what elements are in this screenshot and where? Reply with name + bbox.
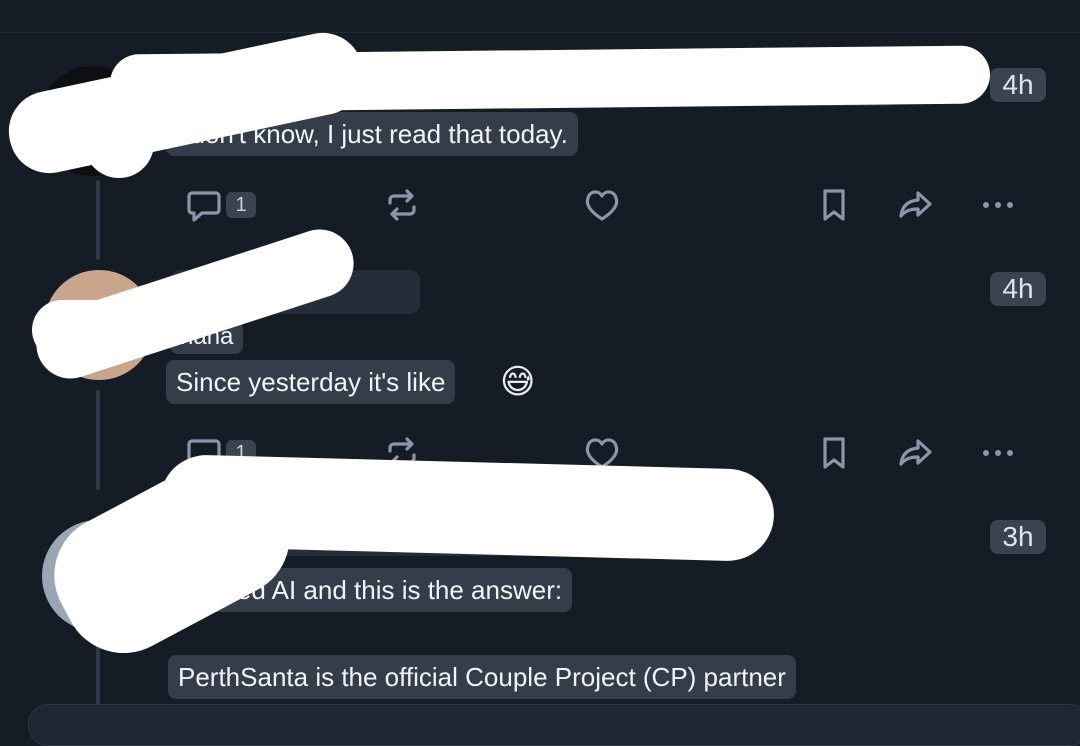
more-dots-icon xyxy=(983,202,1013,208)
top-divider xyxy=(0,32,1080,33)
bookmark-icon xyxy=(823,437,845,469)
like-button[interactable] xyxy=(582,180,622,230)
share-arrow-icon xyxy=(899,191,932,218)
post-time: 3h xyxy=(990,520,1046,554)
bookmark-button[interactable] xyxy=(814,180,854,230)
redaction-mark xyxy=(1,25,371,181)
reply-count: 1 xyxy=(226,192,256,218)
share-button[interactable] xyxy=(896,428,936,478)
post-text: PerthSanta is the official Couple Projec… xyxy=(168,655,796,699)
share-button[interactable] xyxy=(896,180,936,230)
emoji-sweat-smile: 😅 xyxy=(500,363,536,401)
post-actions: 1 xyxy=(0,180,1080,230)
bookmark-button[interactable] xyxy=(814,428,854,478)
more-dots-icon xyxy=(983,450,1013,456)
reply-button[interactable]: 1 xyxy=(184,180,256,230)
redaction-mark xyxy=(32,300,152,360)
reply-icon xyxy=(187,191,221,222)
redaction-mark xyxy=(84,108,154,178)
more-options-button[interactable] xyxy=(978,428,1018,478)
repost-button[interactable] xyxy=(382,180,422,230)
share-arrow-icon xyxy=(899,439,932,466)
reply-composer-bar[interactable] xyxy=(28,704,1080,746)
repost-icon xyxy=(388,189,416,221)
more-options-button[interactable] xyxy=(978,180,1018,230)
heart-icon xyxy=(585,190,619,221)
bookmark-icon xyxy=(823,189,845,221)
post-time: 4h xyxy=(990,272,1046,306)
post-text: Since yesterday it's like xyxy=(166,360,456,404)
post-time: 4h xyxy=(990,68,1046,102)
